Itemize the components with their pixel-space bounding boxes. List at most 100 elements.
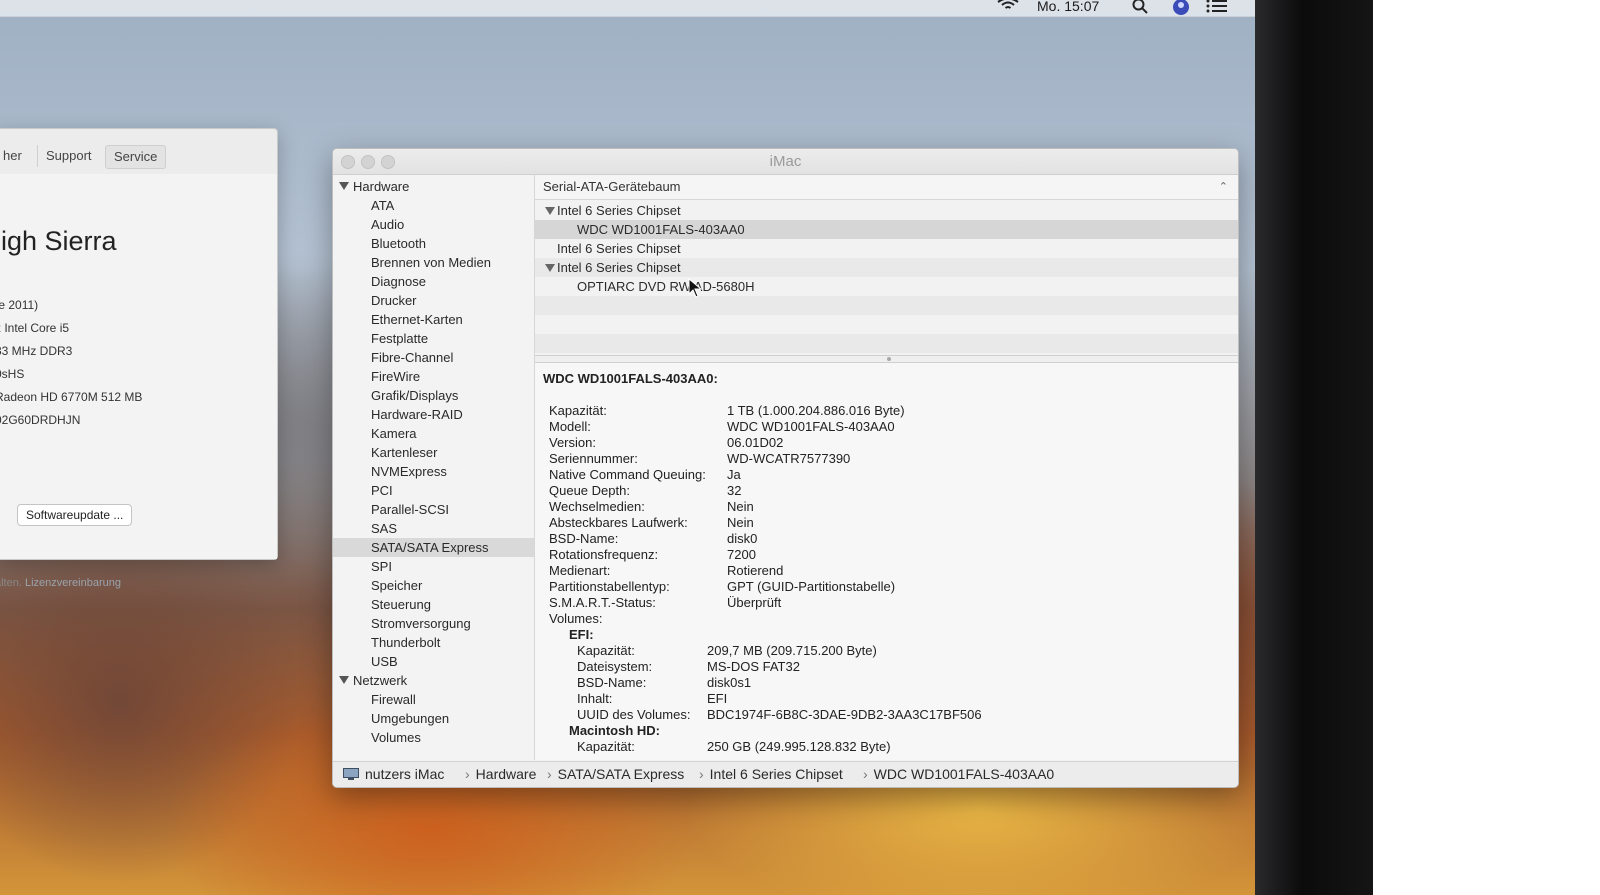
sidebar-item-hardware-raid[interactable]: Hardware-RAID — [333, 405, 534, 424]
tree-row[interactable]: OPTIARC DVD RW AD-5680H — [535, 277, 1238, 296]
field-value: Nein — [727, 515, 754, 530]
field-value: 32 — [727, 483, 742, 498]
sidebar-item-parallel-scsi[interactable]: Parallel-SCSI — [333, 500, 534, 519]
sidebar-item-spi[interactable]: SPI — [333, 557, 534, 576]
sidebar-item-firewire[interactable]: FireWire — [333, 367, 534, 386]
path-item-hardware[interactable]: › Hardware — [459, 766, 536, 782]
tree-column-header[interactable]: Serial-ATA-Gerätebaum ⌃ — [535, 175, 1238, 200]
sort-chevron-up-icon[interactable]: ⌃ — [1219, 180, 1228, 193]
sidebar-item-power[interactable]: Stromversorgung — [333, 614, 534, 633]
field-value: WDC WD1001FALS-403AA0 — [727, 419, 895, 434]
tree-row-selected[interactable]: WDC WD1001FALS-403AA0 — [535, 220, 1238, 239]
sidebar-item-memory[interactable]: Speicher — [333, 576, 534, 595]
spec-graphics: Radeon HD 6770M 512 MB — [0, 390, 143, 404]
sidebar-item-bluetooth[interactable]: Bluetooth — [333, 234, 534, 253]
field-value: BDC1974F-6B8C-3DAE-9DB2-3AA3C17BF506 — [707, 707, 982, 722]
field-value: disk0 — [727, 531, 758, 546]
field-value: 7200 — [727, 547, 756, 562]
window-titlebar[interactable]: iMac — [333, 149, 1238, 175]
field-value: Nein — [727, 499, 754, 514]
wifi-icon[interactable] — [997, 0, 1019, 12]
field-label: Kapazität: — [577, 643, 635, 658]
about-footer: alten. Lizenzvereinbarung — [0, 577, 121, 589]
footer-prefix: alten. — [0, 577, 22, 589]
tree-row-label: OPTIARC DVD RW AD-5680H — [577, 279, 755, 294]
spec-serial: 02G60DRDHJN — [0, 413, 81, 427]
detail-pane: Serial-ATA-Gerätebaum ⌃ Intel 6 Series C… — [535, 175, 1238, 760]
field-label: Native Command Queuing: — [549, 467, 706, 482]
sidebar-item-harddisk[interactable]: Festplatte — [333, 329, 534, 348]
field-value: WD-WCATR7577390 — [727, 451, 851, 466]
about-content: ligh Sierra te 2011) z Intel Core i5 33 … — [0, 174, 277, 589]
volume-macintosh-hd-label: Macintosh HD: — [569, 723, 660, 738]
tree-row-label: Intel 6 Series Chipset — [557, 241, 681, 256]
disclosure-triangle-icon[interactable] — [339, 676, 349, 684]
field-label: Queue Depth: — [549, 483, 630, 498]
tab-overview-partial[interactable]: her — [0, 145, 30, 167]
tab-service[interactable]: Service — [105, 145, 167, 169]
search-icon[interactable] — [1132, 0, 1148, 14]
tree-header-label: Serial-ATA-Gerätebaum — [543, 179, 681, 194]
siri-icon[interactable] — [1172, 0, 1190, 16]
sidebar-item-pci[interactable]: PCI — [333, 481, 534, 500]
path-item-chipset[interactable]: › Intel 6 Series Chipset — [693, 766, 843, 782]
path-item-computer[interactable]: nutzers iMac — [365, 766, 444, 782]
tree-row[interactable]: Intel 6 Series Chipset — [535, 201, 1238, 220]
sidebar-item-ethernet[interactable]: Ethernet-Karten — [333, 310, 534, 329]
sidebar-item-controller[interactable]: Steuerung — [333, 595, 534, 614]
path-item-sata[interactable]: › SATA/SATA Express — [541, 766, 684, 782]
sidebar-item-sata[interactable]: SATA/SATA Express — [333, 538, 534, 557]
field-label: UUID des Volumes: — [577, 707, 691, 722]
menubar-clock[interactable]: Mo. 15:07 — [1037, 0, 1099, 14]
sidebar-item-sas[interactable]: SAS — [333, 519, 534, 538]
sidebar-item-ata[interactable]: ATA — [333, 196, 534, 215]
disclosure-triangle-icon[interactable] — [545, 207, 555, 215]
field-value: EFI — [707, 691, 728, 706]
tree-row[interactable]: Intel 6 Series Chipset — [535, 258, 1238, 277]
field-value: disk0s1 — [707, 675, 752, 690]
field-label: Partitionstabellentyp: — [549, 579, 670, 594]
sidebar-item-nvmexpress[interactable]: NVMExpress — [333, 462, 534, 481]
sidebar-item-burning[interactable]: Brennen von Medien — [333, 253, 534, 272]
sidebar-item-diagnose[interactable]: Diagnose — [333, 272, 534, 291]
field-label: Medienart: — [549, 563, 611, 578]
sidebar-item-locations[interactable]: Umgebungen — [333, 709, 534, 728]
tab-support[interactable]: Support — [37, 145, 100, 167]
field-label: Inhalt: — [577, 691, 613, 706]
disclosure-triangle-icon[interactable] — [545, 264, 555, 272]
sidebar-group-hardware[interactable]: Hardware — [333, 177, 534, 196]
field-label: Dateisystem: — [577, 659, 653, 674]
sidebar-item-printer[interactable]: Drucker — [333, 291, 534, 310]
divider-handle-icon[interactable] — [887, 357, 891, 361]
field-label: Modell: — [549, 419, 591, 434]
tree-row[interactable]: Intel 6 Series Chipset — [535, 239, 1238, 258]
disclosure-triangle-icon[interactable] — [339, 182, 349, 190]
menu-bar: Mo. 15:07 — [0, 0, 1255, 17]
field-value: 06.01D02 — [727, 435, 784, 450]
sidebar-item-usb[interactable]: USB — [333, 652, 534, 671]
spec-processor: z Intel Core i5 — [0, 321, 70, 335]
sidebar-item-cardreader[interactable]: Kartenleser — [333, 443, 534, 462]
volume-efi-label: EFI: — [569, 627, 594, 642]
sidebar-item-firewall[interactable]: Firewall — [333, 690, 534, 709]
path-item-disk[interactable]: › WDC WD1001FALS-403AA0 — [857, 766, 1054, 782]
device-title: WDC WD1001FALS-403AA0: — [543, 371, 718, 386]
field-label: BSD-Name: — [549, 531, 619, 546]
split-view-divider[interactable] — [535, 355, 1238, 363]
license-link[interactable]: Lizenzvereinbarung — [25, 577, 121, 589]
tree-row-label: Intel 6 Series Chipset — [557, 260, 681, 275]
field-value: 209,7 MB (209.715.200 Byte) — [707, 643, 877, 658]
sidebar-item-graphics[interactable]: Grafik/Displays — [333, 386, 534, 405]
sidebar-group-network[interactable]: Netzwerk — [333, 671, 534, 690]
field-label: Seriennummer: — [549, 451, 638, 466]
software-update-button[interactable]: Softwareupdate ... — [17, 504, 133, 526]
sidebar-item-fibre-channel[interactable]: Fibre-Channel — [333, 348, 534, 367]
os-name: ligh Sierra — [0, 226, 117, 256]
sidebar-item-thunderbolt[interactable]: Thunderbolt — [333, 633, 534, 652]
volumes-label: Volumes: — [549, 611, 603, 626]
path-item-label: SATA/SATA Express — [557, 766, 685, 782]
sidebar-item-camera[interactable]: Kamera — [333, 424, 534, 443]
sidebar-item-volumes[interactable]: Volumes — [333, 728, 534, 747]
notification-center-icon[interactable] — [1206, 0, 1228, 14]
sidebar-item-audio[interactable]: Audio — [333, 215, 534, 234]
